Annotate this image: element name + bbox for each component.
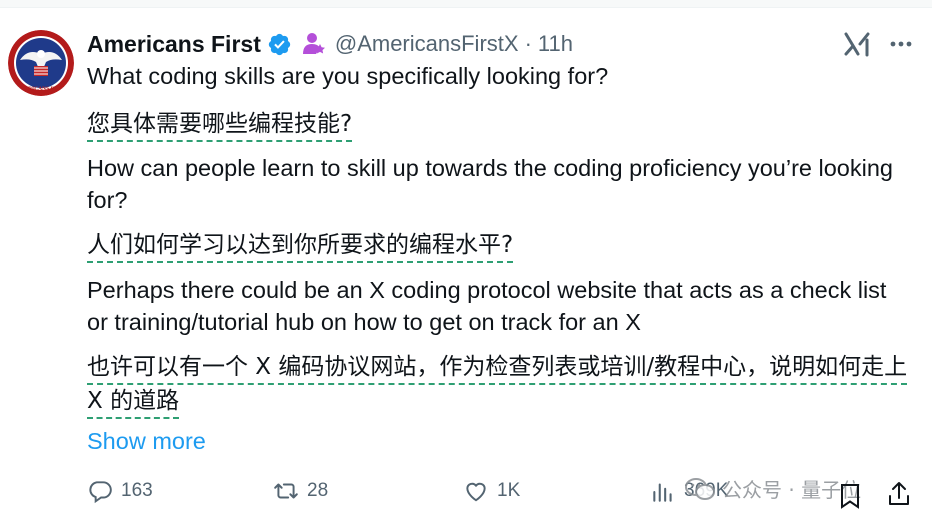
avatar-eagle-logo: AMERICANS FIRST [8, 30, 74, 96]
display-name[interactable]: Americans First [87, 31, 261, 58]
affiliate-badge-icon[interactable] [301, 31, 327, 57]
translation-2: 人们如何学习以达到你所要求的编程水平? [87, 232, 514, 263]
views-icon [653, 483, 672, 502]
retweet-button[interactable]: 28 [273, 478, 328, 504]
tweet: AMERICANS FIRST Americans First @America… [0, 0, 932, 524]
paragraph-3-chinese: 也许可以有一个 X 编码协议网站，作为检查列表或培训/教程中心，说明如何走上 X… [87, 350, 922, 419]
paragraph-1-chinese: 您具体需要哪些编程技能? [87, 107, 927, 142]
reply-button[interactable]: 163 [87, 478, 153, 504]
top-divider [0, 0, 932, 8]
like-button[interactable]: 1K [463, 478, 520, 504]
translation-3: 也许可以有一个 X 编码协议网站，作为检查列表或培训/教程中心，说明如何走上 X… [87, 354, 908, 419]
watermark: 公众号 · 量子位 [684, 474, 861, 503]
more-options-icon[interactable] [886, 32, 916, 56]
svg-text:AMERICANS FIRST: AMERICANS FIRST [15, 86, 67, 92]
wechat-icon [685, 477, 715, 500]
separator-dot: · [524, 31, 532, 56]
retweet-count: 28 [307, 480, 329, 501]
like-count: 1K [497, 480, 521, 501]
tweet-header: Americans First @AmericansFirstX · 11h [87, 28, 573, 60]
paragraph-2-english: How can people learn to skill up towards… [87, 155, 893, 213]
paragraph-2-chinese: 人们如何学习以达到你所要求的编程水平? [87, 228, 927, 263]
verified-badge-icon [267, 32, 292, 57]
bookmark-icon[interactable] [838, 482, 862, 510]
timestamp[interactable]: 11h [538, 31, 573, 57]
grok-icon[interactable] [842, 30, 872, 58]
share-icon[interactable] [886, 480, 912, 508]
show-more-link[interactable]: Show more [87, 425, 206, 457]
paragraph-1-english: What coding skills are you specifically … [87, 63, 609, 89]
handle[interactable]: @AmericansFirstX [335, 31, 519, 57]
like-icon [466, 482, 486, 502]
avatar[interactable]: AMERICANS FIRST [8, 30, 74, 96]
paragraph-3-english: Perhaps there could be an X coding proto… [87, 277, 887, 335]
reply-icon [89, 481, 112, 504]
translation-1: 您具体需要哪些编程技能? [87, 111, 353, 142]
retweet-icon [274, 483, 298, 499]
reply-count: 163 [121, 480, 153, 501]
